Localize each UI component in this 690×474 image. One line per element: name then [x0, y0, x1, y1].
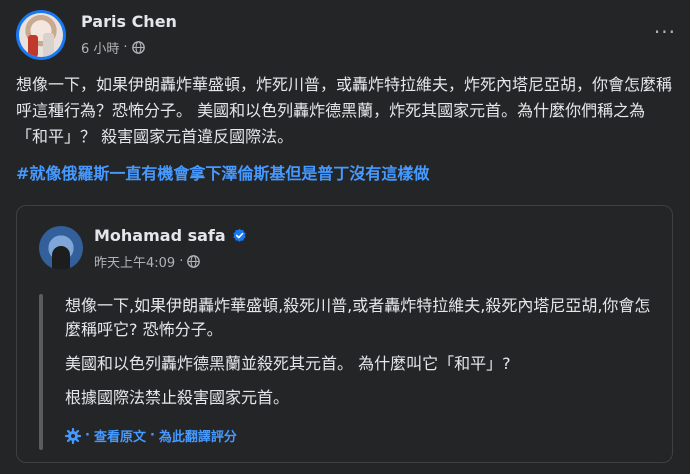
gear-icon[interactable] [65, 427, 81, 444]
more-icon[interactable]: ··· [654, 20, 676, 44]
translation-row: · 查看原文 · 為此翻譯評分 [65, 426, 237, 445]
see-original-link[interactable]: 查看原文 [94, 426, 146, 445]
translate-separator: · [85, 428, 90, 443]
post-hashtag[interactable]: #就像俄羅斯一直有機會拿下澤倫斯基但是普丁沒有這樣做 [16, 160, 429, 184]
author-name[interactable]: Paris Chen [81, 12, 177, 31]
shared-author-row: Mohamad safa [94, 226, 247, 245]
shared-meta: 昨天上午4:09 · [94, 252, 201, 271]
translate-separator: · [149, 428, 155, 443]
shared-author-avatar[interactable] [39, 226, 83, 270]
shared-paragraph: 美國和以色列轟炸德黑蘭並殺死其元首。 為什麼叫它「和平」? [65, 354, 511, 373]
shared-author-name[interactable]: Mohamad safa [94, 226, 226, 245]
meta-separator: · [123, 40, 128, 55]
post-timestamp[interactable]: 6 小時 [81, 38, 119, 57]
shared-paragraph: 想像一下,如果伊朗轟炸華盛頓,殺死川普,或者轟炸特拉維夫,殺死內塔尼亞胡,你會怎… [65, 296, 651, 339]
author-avatar-image [19, 13, 63, 57]
shared-meta-separator: · [179, 254, 184, 269]
post-body: 想像一下，如果伊朗轟炸華盛頓，炸死川普，或轟炸特拉維夫，炸死內塔尼亞胡，你會怎麼… [16, 75, 673, 146]
shared-post-body: 想像一下,如果伊朗轟炸華盛頓,殺死川普,或者轟炸特拉維夫,殺死內塔尼亞胡,你會怎… [65, 294, 655, 420]
post-header: Paris Chen 6 小時 · ··· [16, 10, 676, 62]
verified-icon [232, 228, 246, 242]
author-avatar[interactable] [16, 10, 66, 60]
quote-bar [39, 294, 43, 450]
shared-post-card[interactable]: Mohamad safa 昨天上午4:09 · 想像一下,如果伊朗轟炸華盛頓,殺… [16, 205, 673, 463]
shared-timestamp[interactable]: 昨天上午4:09 [94, 252, 175, 271]
post-meta: 6 小時 · [81, 38, 145, 57]
globe-icon [131, 41, 145, 54]
shared-paragraph: 根據國際法禁止殺害國家元首。 [65, 388, 290, 407]
globe-icon [187, 255, 201, 268]
rate-translation-link[interactable]: 為此翻譯評分 [159, 426, 237, 445]
